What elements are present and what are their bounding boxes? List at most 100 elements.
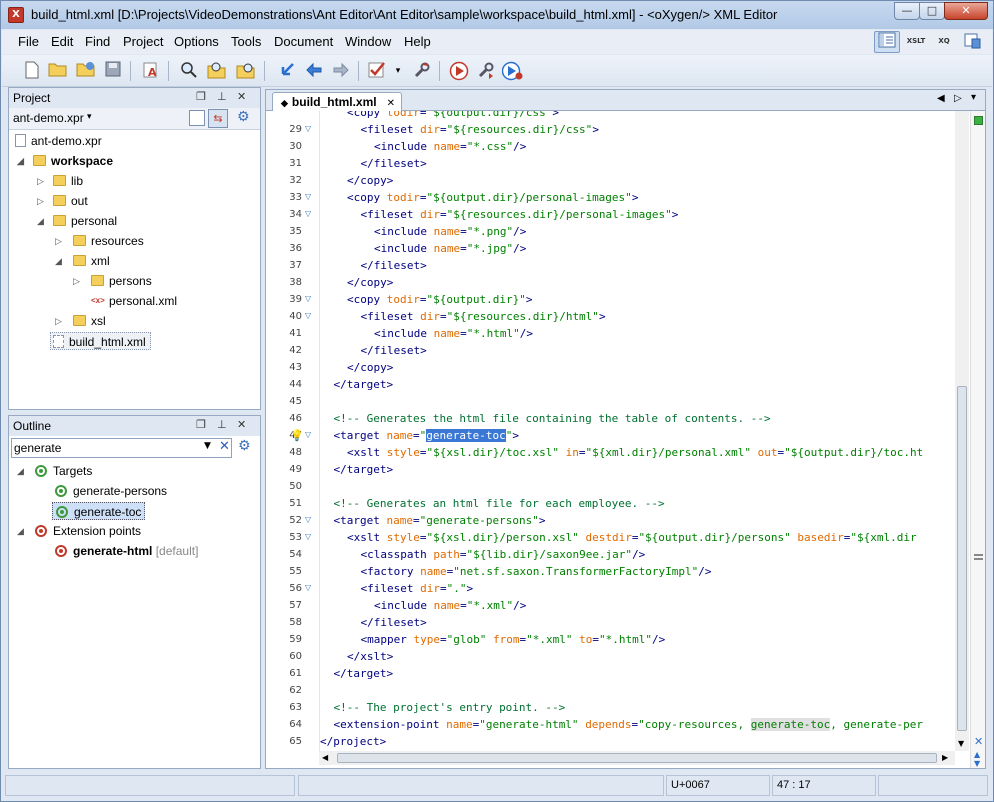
fold-toggle-icon[interactable]: ▽ (305, 209, 315, 218)
tree-item-resources[interactable]: ▷ resources (55, 232, 144, 250)
menu-window[interactable]: Window (345, 34, 391, 49)
pin-panel-icon[interactable]: ⊥ (217, 90, 227, 103)
collapsed-arrow-icon[interactable]: ▷ (73, 272, 80, 290)
configure-validation-icon[interactable] (412, 61, 432, 81)
tree-item-xml[interactable]: ◢ xml (55, 252, 110, 270)
menu-edit[interactable]: Edit (51, 34, 73, 49)
tree-item-build-html-xml[interactable]: build_html.xml (50, 332, 151, 350)
new-file-icon[interactable] (22, 61, 42, 81)
code-text-area[interactable]: <copy todir="${output.dir}/css"> <fileset… (319, 111, 955, 751)
tree-item-workspace[interactable]: ◢ workspace (17, 152, 113, 170)
expanded-arrow-icon[interactable]: ◢ (55, 252, 62, 270)
fold-toggle-icon[interactable]: ▽ (305, 192, 315, 201)
back-arrow-icon[interactable] (304, 61, 324, 81)
restore-panel-icon[interactable]: ❐ (196, 418, 206, 431)
fold-toggle-icon[interactable]: ▽ (305, 532, 315, 541)
quick-fix-bulb-icon[interactable]: 💡 (290, 429, 304, 442)
outline-target-item-selected[interactable]: generate-toc (52, 502, 146, 520)
editor-perspective-icon[interactable] (874, 31, 900, 53)
edit-attributes-icon[interactable]: A (141, 61, 161, 81)
find-replace-icon[interactable] (179, 61, 199, 81)
menu-find[interactable]: Find (85, 34, 110, 49)
scroll-down-arrow[interactable]: ▼ (974, 759, 980, 768)
horizontal-scrollbar[interactable]: ◀ ▶ (319, 751, 955, 765)
menu-help[interactable]: Help (404, 34, 431, 49)
database-perspective-icon[interactable] (959, 31, 985, 53)
fold-toggle-icon[interactable]: ▽ (305, 515, 315, 524)
menu-document[interactable]: Document (274, 34, 333, 49)
close-window-button[interactable]: ✕ (944, 2, 988, 20)
tree-item-persons[interactable]: ▷ persons (73, 272, 152, 290)
close-split-icon[interactable]: ✕ (974, 735, 983, 748)
menu-file[interactable]: File (18, 34, 39, 49)
expanded-arrow-icon[interactable]: ◢ (17, 462, 24, 480)
expanded-arrow-icon[interactable]: ◢ (17, 522, 24, 540)
open-folder-icon[interactable] (48, 61, 68, 81)
outline-filter-field[interactable]: generate ▼ ✕ (11, 438, 232, 458)
fold-toggle-icon[interactable]: ▽ (305, 430, 315, 439)
tree-item-xsl[interactable]: ▷ xsl (55, 312, 106, 330)
chevron-down-icon[interactable]: ▾ (87, 112, 92, 122)
find-in-files-icon[interactable] (207, 61, 227, 81)
open-url-icon[interactable] (76, 61, 96, 81)
xslt-debugger-perspective-button[interactable]: XSLT (903, 31, 929, 53)
outline-extension-points-group[interactable]: ◢ Extension points (17, 522, 141, 540)
gear-icon[interactable]: ⚙ (238, 438, 251, 454)
minimize-button[interactable]: — (894, 2, 920, 20)
vertical-scrollbar[interactable]: ▼ (955, 111, 969, 751)
outline-extension-point-item[interactable]: generate-html [default] (55, 542, 198, 560)
close-panel-icon[interactable]: ✕ (237, 90, 246, 103)
scroll-down-arrow[interactable]: ▼ (958, 739, 964, 748)
fold-toggle-icon[interactable]: ▽ (305, 583, 315, 592)
debug-icon[interactable] (501, 61, 523, 81)
fold-toggle-icon[interactable]: ▽ (305, 311, 315, 320)
close-panel-icon[interactable]: ✕ (237, 418, 246, 431)
expanded-arrow-icon[interactable]: ◢ (37, 212, 44, 230)
expanded-arrow-icon[interactable]: ◢ (17, 152, 24, 170)
fold-toggle-icon[interactable]: ▽ (305, 124, 315, 133)
menu-project[interactable]: Project (123, 34, 163, 49)
clear-filter-icon[interactable]: ✕ (219, 439, 230, 454)
maximize-button[interactable]: □ (919, 2, 945, 20)
run-icon[interactable] (449, 61, 469, 81)
validate-icon[interactable] (368, 61, 388, 81)
chevron-down-icon[interactable]: ▼ (204, 441, 211, 451)
configure-transformation-icon[interactable] (476, 61, 496, 81)
scroll-up-arrow[interactable]: ▲ (974, 750, 980, 759)
fold-toggle-icon[interactable]: ▽ (305, 294, 315, 303)
project-selector[interactable]: ant-demo.xpr (13, 111, 84, 125)
menu-tools[interactable]: Tools (231, 34, 261, 49)
xquery-debugger-perspective-button[interactable]: XQ (931, 31, 957, 53)
outline-targets-group[interactable]: ◢ Targets (17, 462, 92, 480)
tab-list-icon[interactable]: ▾ (971, 92, 976, 103)
scroll-tabs-left-icon[interactable]: ◀ (937, 93, 945, 104)
link-with-editor-icon[interactable]: ⇆ (208, 109, 228, 128)
tree-item-personal-xml[interactable]: <x> personal.xml (91, 292, 177, 310)
forward-arrow-icon[interactable] (331, 61, 351, 81)
pin-panel-icon[interactable]: ⊥ (217, 418, 227, 431)
validate-dropdown-icon[interactable]: ▾ (392, 61, 404, 81)
restore-panel-icon[interactable]: ❐ (196, 90, 206, 103)
horizontal-scroll-thumb[interactable] (337, 753, 937, 763)
tree-item-out[interactable]: ▷ out (37, 192, 88, 210)
tree-item-personal[interactable]: ◢ personal (37, 212, 117, 230)
scroll-right-arrow[interactable]: ▶ (942, 753, 948, 762)
gear-icon[interactable]: ⚙ (237, 109, 250, 125)
collapsed-arrow-icon[interactable]: ▷ (37, 192, 44, 210)
go-to-last-modification-icon[interactable] (277, 61, 297, 81)
scroll-left-arrow[interactable]: ◀ (322, 753, 328, 762)
save-icon[interactable] (103, 61, 123, 81)
tree-item-project-file[interactable]: ant-demo.xpr (15, 132, 102, 150)
tree-item-lib[interactable]: ▷ lib (37, 172, 83, 190)
collapsed-arrow-icon[interactable]: ▷ (37, 172, 44, 190)
tab-build-html-xml[interactable]: ◆ build_html.xml ✕ (272, 92, 402, 111)
scroll-tabs-right-icon[interactable]: ▷ (954, 93, 962, 104)
close-tab-icon[interactable]: ✕ (387, 98, 395, 109)
menu-options[interactable]: Options (174, 34, 219, 49)
collapsed-arrow-icon[interactable]: ▷ (55, 312, 62, 330)
collapsed-arrow-icon[interactable]: ▷ (55, 232, 62, 250)
vertical-scroll-thumb[interactable] (957, 386, 967, 731)
search-references-icon[interactable] (236, 61, 256, 81)
outline-target-item[interactable]: generate-persons (55, 482, 167, 500)
collapse-all-icon[interactable] (189, 110, 205, 126)
